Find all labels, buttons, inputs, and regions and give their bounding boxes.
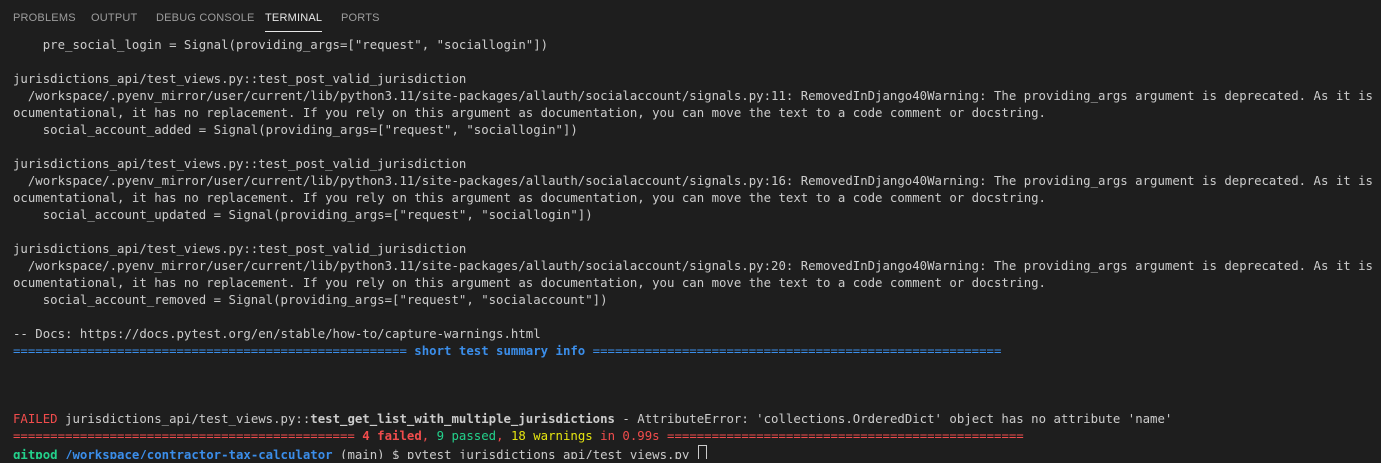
failed-path: jurisdictions_api/test_views.py::	[57, 412, 311, 426]
terminal-line: /workspace/.pyenv_mirror/user/current/li…	[13, 89, 1373, 103]
terminal-line: -- Docs: https://docs.pytest.org/en/stab…	[13, 327, 541, 341]
terminal-line: jurisdictions_api/test_views.py::test_po…	[13, 242, 467, 256]
terminal-line: social_account_added = Signal(providing_…	[13, 123, 578, 137]
result-failed-count: 4 failed	[362, 429, 422, 443]
summary-left-rule: ========================================…	[13, 344, 407, 358]
prompt-command[interactable]: pytest jurisdictions_api/test_views.py	[407, 448, 697, 459]
result-separator: ,	[496, 429, 511, 443]
terminal-line: jurisdictions_api/test_views.py::test_po…	[13, 157, 467, 171]
result-separator: ,	[421, 429, 437, 443]
tab-debug-console[interactable]: DEBUG CONSOLE	[156, 10, 255, 26]
terminal-output[interactable]: pre_social_login = Signal(providing_args…	[13, 37, 1373, 459]
summary-header-line: ========================================…	[13, 343, 1001, 360]
result-warnings-count: 18 warnings	[510, 429, 593, 443]
result-summary-line: ========================================…	[13, 428, 1024, 445]
result-time: in 0.99s	[592, 429, 660, 443]
prompt-branch: (main) $	[332, 448, 407, 459]
summary-label: short test summary info	[406, 344, 593, 358]
terminal-line: ocumentational, it has no replacement. I…	[13, 191, 1046, 205]
terminal-line: pre_social_login = Signal(providing_args…	[13, 38, 549, 52]
tab-ports[interactable]: PORTS	[341, 10, 380, 26]
failed-test-name: test_get_list_with_multiple_jurisdiction…	[310, 412, 615, 426]
terminal-line: /workspace/.pyenv_mirror/user/current/li…	[13, 259, 1373, 273]
terminal-line: /workspace/.pyenv_mirror/user/current/li…	[13, 174, 1373, 188]
failed-test-line: FAILED jurisdictions_api/test_views.py::…	[13, 411, 1172, 428]
failed-status: FAILED	[13, 412, 58, 426]
terminal-line: ocumentational, it has no replacement. I…	[13, 276, 1046, 290]
terminal-line: social_account_updated = Signal(providin…	[13, 208, 593, 222]
tab-terminal[interactable]: TERMINAL	[265, 10, 323, 32]
panel-tab-bar: PROBLEMS OUTPUT DEBUG CONSOLE TERMINAL P…	[0, 0, 1381, 34]
result-right-rule: ========================================…	[659, 429, 1024, 443]
terminal-line: social_account_removed = Signal(providin…	[13, 293, 608, 307]
terminal-line: ocumentational, it has no replacement. I…	[13, 106, 1046, 120]
tab-problems[interactable]: PROBLEMS	[13, 10, 76, 26]
tab-output[interactable]: OUTPUT	[91, 10, 137, 26]
prompt-line[interactable]: gitpod /workspace/contractor-tax-calcula…	[13, 445, 707, 459]
failed-message: - AttributeError: 'collections.OrderedDi…	[614, 412, 1173, 426]
summary-right-rule: ========================================…	[592, 344, 1002, 358]
prompt-path: /workspace/contractor-tax-calculator	[65, 448, 333, 459]
terminal-cursor	[697, 445, 707, 459]
result-left-rule: ========================================…	[13, 429, 363, 443]
result-passed-count: 9 passed	[436, 429, 497, 443]
prompt-user: gitpod	[13, 448, 58, 459]
terminal-line: jurisdictions_api/test_views.py::test_po…	[13, 72, 467, 86]
